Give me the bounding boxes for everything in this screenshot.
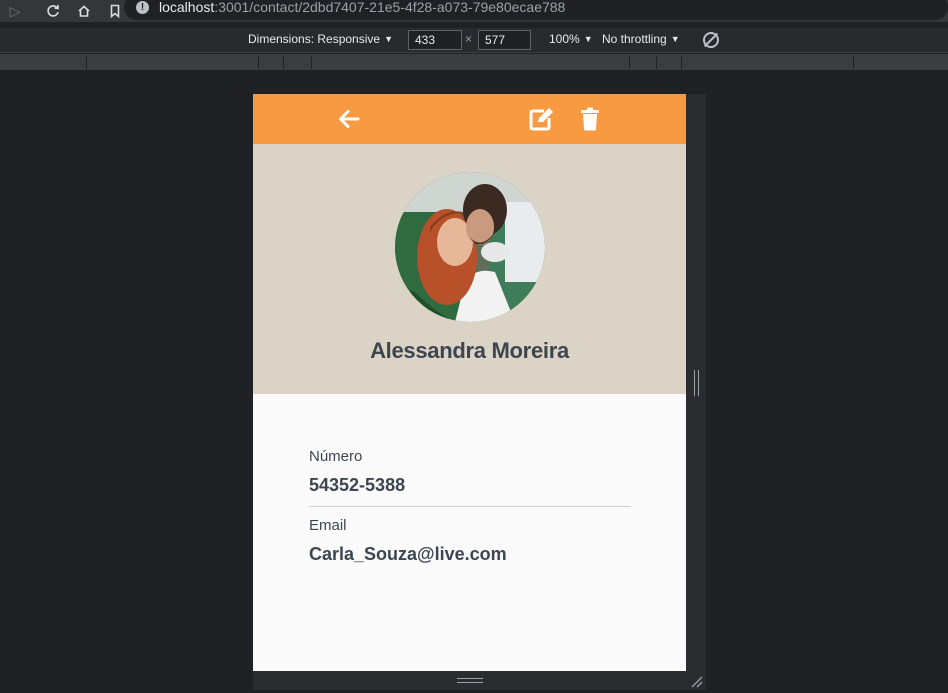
resize-corner-icon[interactable] xyxy=(689,674,703,688)
url-path: :3001/contact/2dbd7407-21e5-4f28-a073-79… xyxy=(214,0,566,15)
reload-icon[interactable] xyxy=(38,0,68,22)
media-query-ruler[interactable] xyxy=(0,54,948,71)
dimensions-label: Dimensions: Responsive xyxy=(248,32,381,46)
email-value: Carla_Souza@live.com xyxy=(309,544,507,564)
home-icon[interactable] xyxy=(69,0,99,22)
dimensions-dropdown[interactable]: Dimensions: Responsive ▼ xyxy=(248,32,393,46)
profile-section: Alessandra Moreira xyxy=(253,144,686,394)
app-header xyxy=(253,94,686,144)
zoom-dropdown[interactable]: 100% ▼ xyxy=(549,32,593,46)
ruler-mark xyxy=(656,56,657,69)
width-input[interactable]: 433 xyxy=(408,30,462,50)
contact-details: Número 54352-5388 Email Carla_Souza@live… xyxy=(309,448,631,565)
throttling-dropdown[interactable]: No throttling ▼ xyxy=(602,32,680,46)
ruler-mark xyxy=(86,56,87,69)
forward-icon[interactable]: ▷ xyxy=(0,0,30,22)
ruler-mark xyxy=(629,56,630,69)
edit-icon[interactable] xyxy=(529,106,555,132)
resize-handle-bottom[interactable] xyxy=(457,678,483,683)
avatar xyxy=(395,172,545,322)
contact-name: Alessandra Moreira xyxy=(370,338,569,363)
dropdown-caret-icon: ▼ xyxy=(384,34,393,44)
throttling-label: No throttling xyxy=(602,32,667,46)
ruler-mark xyxy=(283,56,284,69)
ruler-mark xyxy=(311,56,312,69)
number-value: 54352-5388 xyxy=(309,475,406,495)
dropdown-caret-icon: ▼ xyxy=(670,34,680,44)
device-toolbar: Dimensions: Responsive ▼ 433 × 577 100% … xyxy=(0,28,948,53)
email-label: Email xyxy=(309,517,347,534)
device-viewport: Alessandra Moreira Número 54352-5388 Ema… xyxy=(253,94,686,671)
dimension-separator: × xyxy=(465,32,473,46)
url-host: localhost xyxy=(159,0,215,15)
height-input[interactable]: 577 xyxy=(478,30,531,50)
number-label: Número xyxy=(309,448,363,465)
browser-toolbar: ▷ ! localhost :3001/contact/2dbd7407-21e… xyxy=(0,0,948,22)
ruler-mark xyxy=(681,56,682,69)
address-bar[interactable]: ! localhost :3001/contact/2dbd7407-21e5-… xyxy=(124,0,948,20)
ruler-mark xyxy=(258,56,259,69)
back-arrow-icon[interactable] xyxy=(336,106,362,132)
divider xyxy=(309,506,631,507)
dropdown-caret-icon: ▼ xyxy=(583,34,593,44)
ruler-mark xyxy=(853,56,854,69)
rotate-icon[interactable] xyxy=(703,32,719,48)
trash-icon[interactable] xyxy=(577,106,603,132)
site-info-icon[interactable]: ! xyxy=(136,0,149,14)
resize-handle-right[interactable] xyxy=(694,370,699,396)
zoom-label: 100% xyxy=(549,32,580,46)
